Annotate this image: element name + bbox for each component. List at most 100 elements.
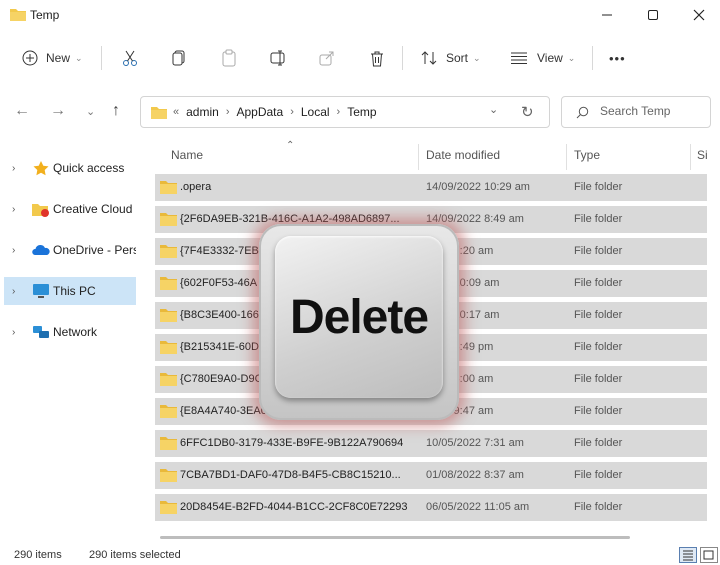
close-icon: [693, 9, 705, 21]
chevron-down-icon: ⌄: [75, 52, 83, 63]
plus-circle-icon: [22, 50, 38, 66]
file-row[interactable]: .opera 14/09/2022 10:29 am File folder: [155, 174, 707, 201]
file-row[interactable]: 7CBA7BD1-DAF0-47D8-B4F5-CB8C15210... 01/…: [155, 462, 707, 489]
chevron-right-icon: ›: [290, 106, 294, 118]
file-date: 10/05/2022 7:31 am: [426, 437, 524, 449]
monitor-icon: [33, 284, 49, 298]
toolbar-divider: [101, 46, 102, 70]
new-label: New: [46, 51, 71, 65]
refresh-icon[interactable]: ↻: [521, 103, 534, 121]
file-type: File folder: [574, 437, 623, 449]
creative-cloud-icon: [32, 204, 49, 217]
delete-key-label: Delete: [289, 290, 429, 344]
column-divider[interactable]: [566, 144, 567, 170]
delete-key-image: Delete: [259, 224, 459, 420]
sidebar-item-label: OneDrive - Pers: [53, 243, 136, 257]
title-bar: Temp: [0, 0, 720, 30]
chevron-right-icon: ›: [225, 106, 230, 118]
sort-button[interactable]: Sort ⌄: [420, 38, 481, 78]
expand-chevron-icon[interactable]: ›: [12, 245, 15, 256]
item-count: 290 items: [14, 549, 62, 561]
file-row[interactable]: 20D8454E-B2FD-4044-B1CC-2CF8C0E72293 06/…: [155, 494, 707, 521]
forward-arrow-icon[interactable]: →: [50, 102, 66, 120]
status-bar: 290 items 290 items selected: [0, 545, 720, 565]
folder-icon: [160, 501, 177, 514]
breadcrumb-appdata[interactable]: AppData: [236, 105, 283, 119]
file-date: 14/09/2022 8:49 am: [426, 213, 524, 225]
breadcrumb-temp[interactable]: Temp: [347, 105, 376, 119]
sidebar-item-network[interactable]: › Network: [4, 318, 136, 346]
cut-button[interactable]: [121, 38, 139, 78]
file-date: 06/05/2022 11:05 am: [426, 501, 530, 513]
view-button[interactable]: View ⌄: [510, 38, 575, 78]
onedrive-cloud-icon: [32, 244, 50, 255]
column-header: ⌃ Name Date modified Type Si: [140, 140, 720, 172]
search-input[interactable]: [600, 104, 706, 118]
history-chevron-icon[interactable]: ⌄: [489, 103, 498, 116]
column-date-modified[interactable]: Date modified: [426, 148, 500, 162]
expand-chevron-icon[interactable]: ›: [12, 204, 15, 215]
minimize-button[interactable]: [584, 0, 630, 30]
share-icon: [319, 51, 334, 66]
command-bar: New ⌄ Sort ⌄ View ⌄ •••: [0, 38, 720, 78]
file-row[interactable]: 6FFC1DB0-3179-433E-B9FE-9B122A790694 10/…: [155, 430, 707, 457]
column-size[interactable]: Si: [697, 148, 708, 162]
chevron-down-icon: ⌄: [473, 52, 481, 63]
folder-icon: [10, 9, 26, 21]
expand-chevron-icon[interactable]: ›: [12, 163, 15, 174]
file-name: 20D8454E-B2FD-4044-B1CC-2CF8C0E72293: [180, 501, 408, 513]
folder-icon: [151, 107, 167, 119]
paste-button[interactable]: [221, 38, 237, 78]
column-name[interactable]: Name: [171, 148, 203, 162]
folder-icon: [160, 213, 177, 226]
folder-icon: [160, 277, 177, 290]
sidebar-item-this-pc[interactable]: › This PC: [4, 277, 136, 305]
breadcrumb-local[interactable]: Local: [301, 105, 330, 119]
sort-icon: [421, 51, 437, 65]
view-list-icon: [511, 52, 527, 64]
folder-icon: [160, 373, 177, 386]
copy-button[interactable]: [171, 38, 187, 78]
sidebar-item-label: Network: [53, 325, 98, 339]
overflow-crumb[interactable]: «: [173, 106, 179, 118]
file-type: File folder: [574, 213, 623, 225]
folder-icon: [160, 437, 177, 450]
folder-icon: [160, 309, 177, 322]
column-divider[interactable]: [690, 144, 691, 170]
rename-button[interactable]: [270, 38, 288, 78]
sidebar-item-quick-access[interactable]: › Quick access: [4, 154, 136, 182]
file-type: File folder: [574, 309, 623, 321]
details-view-icon: [683, 550, 693, 561]
window-title: Temp: [30, 8, 60, 22]
recent-chevron-icon[interactable]: ⌄: [86, 105, 95, 118]
sidebar-item-onedrive[interactable]: › OneDrive - Pers: [4, 236, 136, 264]
tiles-view-button[interactable]: [700, 547, 718, 563]
up-arrow-icon[interactable]: ↑: [112, 102, 120, 120]
close-button[interactable]: [676, 0, 720, 30]
maximize-button[interactable]: [630, 0, 676, 30]
address-row: ← → ⌄ ↑ « admin › AppData › Local › Temp…: [0, 92, 720, 132]
delete-key-top: Delete: [275, 236, 443, 398]
selection-count: 290 items selected: [89, 549, 181, 561]
scissors-icon: [123, 50, 137, 66]
file-name: .opera: [180, 181, 212, 193]
column-divider[interactable]: [418, 144, 419, 170]
rename-icon: [270, 50, 285, 66]
address-bar[interactable]: « admin › AppData › Local › Temp ⌄ ↻: [140, 96, 550, 128]
file-name: 6FFC1DB0-3179-433E-B9FE-9B122A790694: [180, 437, 404, 449]
breadcrumb-admin[interactable]: admin: [186, 105, 219, 119]
new-button[interactable]: New ⌄: [22, 38, 83, 78]
expand-chevron-icon[interactable]: ›: [12, 327, 15, 338]
file-type: File folder: [574, 245, 623, 257]
folder-icon: [160, 469, 177, 482]
search-box[interactable]: [561, 96, 711, 128]
details-view-button[interactable]: [679, 547, 697, 563]
share-button[interactable]: [319, 38, 335, 78]
sidebar-item-creative-cloud[interactable]: › Creative Cloud: [4, 195, 136, 223]
column-type[interactable]: Type: [574, 148, 600, 162]
expand-chevron-icon[interactable]: ›: [12, 286, 15, 297]
more-options-button[interactable]: •••: [609, 38, 626, 78]
back-arrow-icon[interactable]: ←: [14, 102, 30, 120]
horizontal-scrollbar[interactable]: [160, 536, 630, 539]
delete-button[interactable]: [369, 38, 385, 78]
